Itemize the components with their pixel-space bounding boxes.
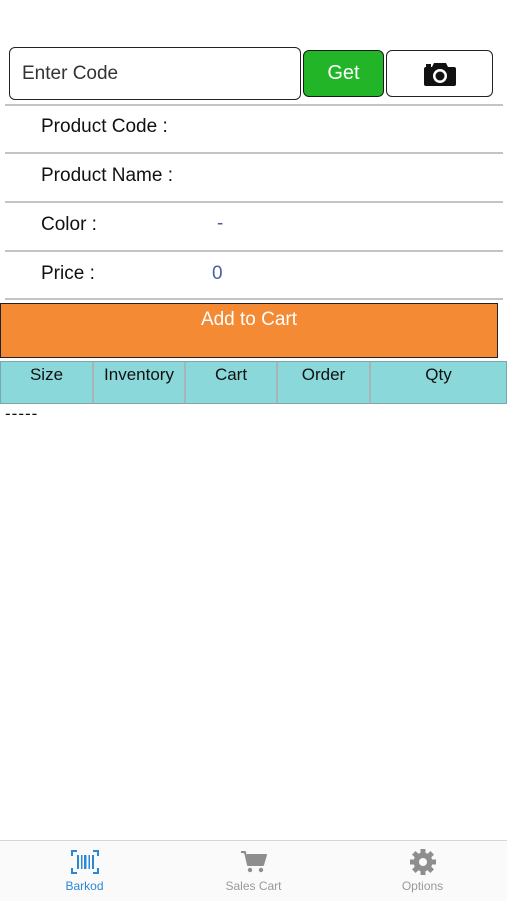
empty-table-placeholder: -----	[5, 404, 39, 423]
divider	[5, 250, 503, 252]
get-button[interactable]: Get	[303, 50, 384, 97]
gear-icon	[409, 849, 436, 875]
barcode-icon	[70, 850, 99, 874]
product-name-label: Product Name :	[41, 165, 173, 186]
price-label: Price :	[41, 263, 95, 284]
code-input[interactable]	[9, 47, 301, 100]
tab-label: Barkod	[65, 879, 104, 893]
camera-button[interactable]	[386, 50, 493, 97]
tab-barkod[interactable]: Barkod	[0, 841, 169, 901]
tab-options[interactable]: Options	[338, 841, 507, 901]
divider	[5, 152, 503, 154]
column-header-size: Size	[1, 362, 94, 403]
color-value: -	[217, 213, 224, 234]
column-header-cart: Cart	[186, 362, 278, 403]
tab-label: Sales Cart	[225, 879, 282, 893]
tab-sales-cart[interactable]: Sales Cart	[169, 841, 338, 901]
product-code-label: Product Code :	[41, 116, 168, 137]
column-header-inventory: Inventory	[94, 362, 186, 403]
cart-icon	[240, 851, 267, 873]
tab-bar: Barkod Sales Cart Options	[0, 840, 507, 901]
column-header-qty: Qty	[371, 362, 506, 403]
tab-label: Options	[401, 879, 444, 893]
column-header-order: Order	[278, 362, 371, 403]
divider	[5, 104, 503, 106]
camera-icon	[423, 62, 456, 86]
divider	[5, 201, 503, 203]
divider	[5, 298, 503, 300]
price-value: 0	[212, 263, 223, 284]
color-label: Color :	[41, 214, 97, 235]
table-header: Size Inventory Cart Order Qty	[0, 361, 507, 404]
add-to-cart-button[interactable]: Add to Cart	[0, 303, 498, 358]
